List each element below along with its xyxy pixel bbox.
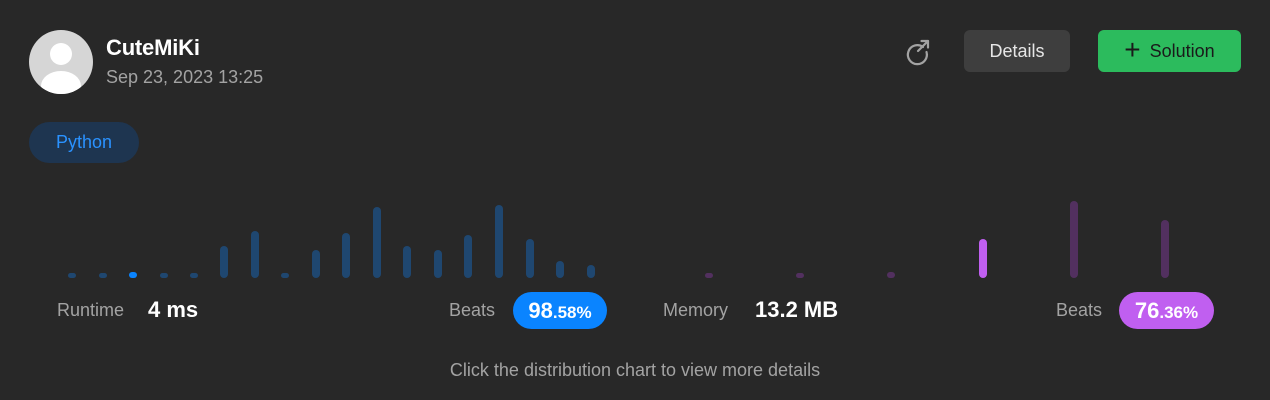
user-silhouette-icon <box>41 43 81 94</box>
runtime-distribution-bar[interactable] <box>129 271 137 278</box>
runtime-distribution-bar[interactable] <box>312 250 320 278</box>
memory-value: 13.2 MB <box>755 297 839 322</box>
runtime-label: Runtime <box>57 300 125 320</box>
runtime-distribution-bar[interactable] <box>251 230 259 278</box>
runtime-distribution-bar[interactable] <box>220 245 228 278</box>
runtime-distribution-bar[interactable] <box>99 273 107 278</box>
memory-distribution-bar[interactable] <box>887 271 895 278</box>
memory-beats-badge: 76.36% <box>1119 292 1214 329</box>
runtime-distribution-bar[interactable] <box>556 260 564 278</box>
runtime-beats-badge: 98.58% <box>513 292 607 329</box>
username[interactable]: CuteMiKi <box>106 35 200 61</box>
runtime-distribution-bar[interactable] <box>160 273 168 278</box>
runtime-distribution-bar[interactable] <box>464 235 472 278</box>
memory-beats-int: 76 <box>1134 298 1160 323</box>
add-solution-button[interactable]: + Solution <box>1098 30 1241 72</box>
runtime-distribution-chart[interactable] <box>60 190 620 280</box>
memory-beats-dec: .36% <box>1159 303 1199 322</box>
share-button[interactable] <box>902 37 932 67</box>
runtime-value: 4 ms <box>148 297 199 322</box>
runtime-distribution-bar[interactable] <box>68 273 76 278</box>
chart-hint-text: Click the distribution chart to view mor… <box>449 360 821 380</box>
runtime-beats-int: 98 <box>528 298 553 323</box>
runtime-distribution-bar[interactable] <box>342 232 350 278</box>
details-button[interactable]: Details <box>964 30 1070 72</box>
runtime-distribution-bar[interactable] <box>373 207 381 278</box>
avatar[interactable] <box>29 30 93 94</box>
runtime-distribution-bar[interactable] <box>526 239 534 278</box>
runtime-distribution-bar[interactable] <box>434 250 442 278</box>
runtime-distribution-bar[interactable] <box>403 245 411 278</box>
memory-distribution-bar[interactable] <box>979 239 987 278</box>
runtime-beats-label: Beats <box>449 300 496 320</box>
submission-timestamp: Sep 23, 2023 13:25 <box>106 67 264 87</box>
runtime-beats-dec: .58% <box>552 303 592 322</box>
memory-label: Memory <box>663 300 729 320</box>
memory-distribution-bar[interactable] <box>1161 219 1169 278</box>
share-arrow-icon <box>906 39 930 66</box>
language-tag[interactable]: Python <box>29 122 139 163</box>
runtime-distribution-bar[interactable] <box>495 204 503 278</box>
plus-icon: + <box>1124 33 1141 65</box>
submission-result-panel: CuteMiKi Sep 23, 2023 13:25 Details + So… <box>0 0 1270 400</box>
memory-distribution-bar[interactable] <box>705 273 713 278</box>
runtime-distribution-bar[interactable] <box>587 265 595 278</box>
memory-distribution-bar[interactable] <box>1070 200 1078 278</box>
runtime-distribution-bar[interactable] <box>281 273 289 278</box>
runtime-distribution-bar[interactable] <box>190 273 198 278</box>
memory-distribution-chart[interactable] <box>680 190 1210 280</box>
solution-button-label: Solution <box>1149 40 1215 61</box>
memory-distribution-bar[interactable] <box>796 273 804 278</box>
memory-beats-label: Beats <box>1056 300 1103 320</box>
